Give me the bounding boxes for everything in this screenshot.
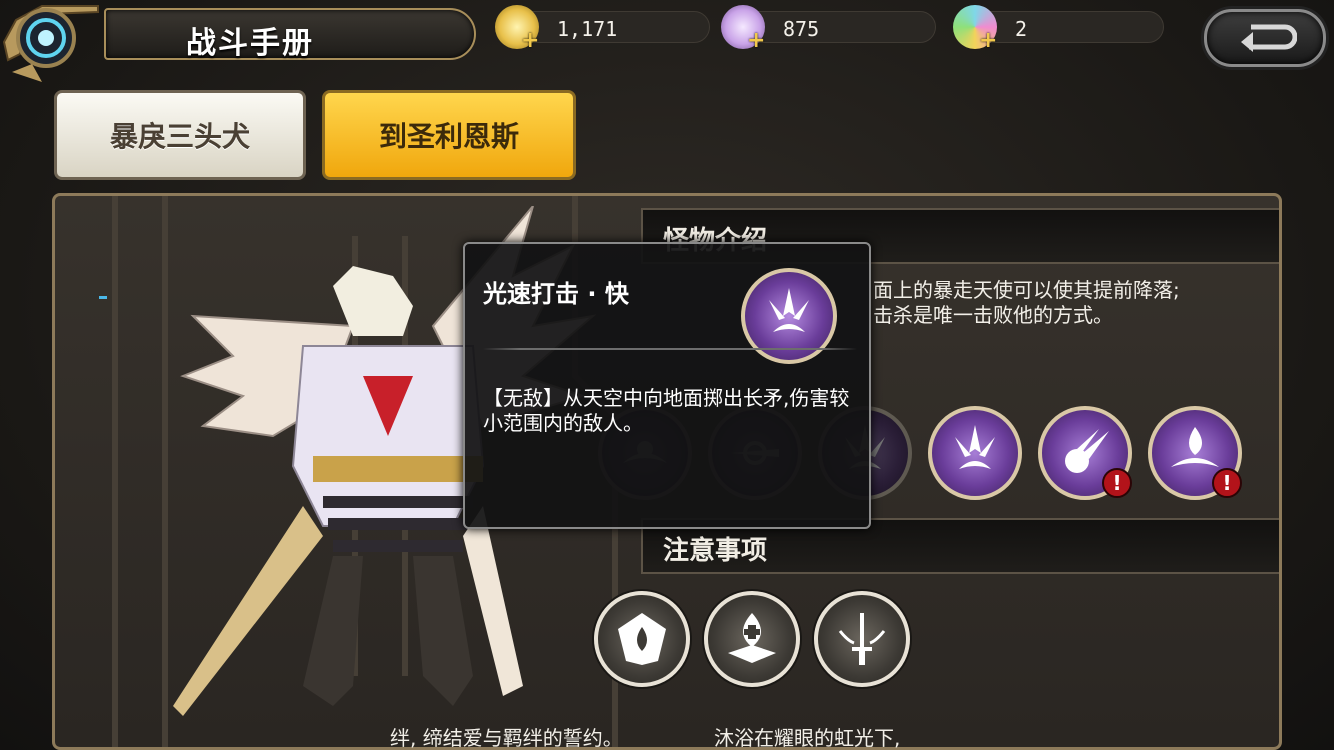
currency-gold[interactable]: + 1,171 xyxy=(495,5,710,53)
page-title: 战斗手册 xyxy=(186,26,314,61)
shield-flame-icon xyxy=(618,613,666,665)
alert-badge: ! xyxy=(1212,468,1242,498)
scrolling-ticker: 绊, 缔结爱与羁绊的誓约。 沐浴在耀眼的虹光下, xyxy=(52,718,1282,750)
crystal-value: 875 xyxy=(783,17,820,41)
add-gold-icon[interactable]: + xyxy=(521,28,539,53)
currency-crystal[interactable]: + 875 xyxy=(721,5,936,53)
back-button[interactable] xyxy=(1204,9,1326,67)
intro-line: 击杀是唯一击败他的方式。 xyxy=(873,303,1113,327)
tab-cerberus[interactable]: 暴戾三头犬 xyxy=(54,90,306,180)
gold-value: 1,171 xyxy=(557,17,618,41)
title-plate: 战斗手册 xyxy=(104,8,476,61)
skill-slot[interactable]: ! xyxy=(1038,406,1132,500)
spear-burst-icon xyxy=(955,425,995,469)
note-slot[interactable] xyxy=(704,591,800,687)
heal-drop-icon xyxy=(728,613,776,663)
spear-burst-icon xyxy=(769,288,809,332)
sword-icon xyxy=(838,613,886,665)
tab-label: 暴戾三头犬 xyxy=(109,120,250,153)
tab-label: 到圣利恩斯 xyxy=(378,120,519,153)
intro-line: 面上的暴走天使可以使其提前降落; xyxy=(873,278,1180,302)
menu-emblem-icon[interactable] xyxy=(2,2,100,90)
gem-value: 2 xyxy=(1015,17,1028,41)
add-gem-icon[interactable]: + xyxy=(979,28,997,53)
tooltip-divider xyxy=(483,348,857,350)
ticker-left: 绊, 缔结爱与羁绊的誓约。 xyxy=(390,726,623,750)
note-slot[interactable] xyxy=(814,591,910,687)
skill-slot[interactable]: ! xyxy=(1148,406,1242,500)
notes-title: 注意事项 xyxy=(663,536,768,566)
top-bar: 战斗手册 + 1,171 + 875 + 2 xyxy=(0,0,1334,82)
ticker-right: 沐浴在耀眼的虹光下, xyxy=(714,726,901,750)
monster-intro-text: 面上的暴走天使可以使其提前降落; 击杀是唯一击败他的方式。 xyxy=(873,278,1180,328)
alert-badge: ! xyxy=(1102,468,1132,498)
note-slot[interactable] xyxy=(594,591,690,687)
return-arrow-icon xyxy=(1241,24,1297,52)
tab-archangel[interactable]: 到圣利恩斯 xyxy=(322,90,576,180)
add-crystal-icon[interactable]: + xyxy=(747,28,765,53)
skill-slot[interactable] xyxy=(928,406,1022,500)
currency-gem[interactable]: + 2 xyxy=(953,5,1164,53)
tooltip-description: 【无敌】从天空中向地面掷出长矛,伤害较小范围内的敌人。 xyxy=(483,386,850,435)
tooltip-title: 光速打击 · 快 xyxy=(483,280,629,308)
skill-tooltip: 光速打击 · 快 【无敌】从天空中向地面掷出长矛,伤害较小范围内的敌人。 xyxy=(463,242,871,529)
